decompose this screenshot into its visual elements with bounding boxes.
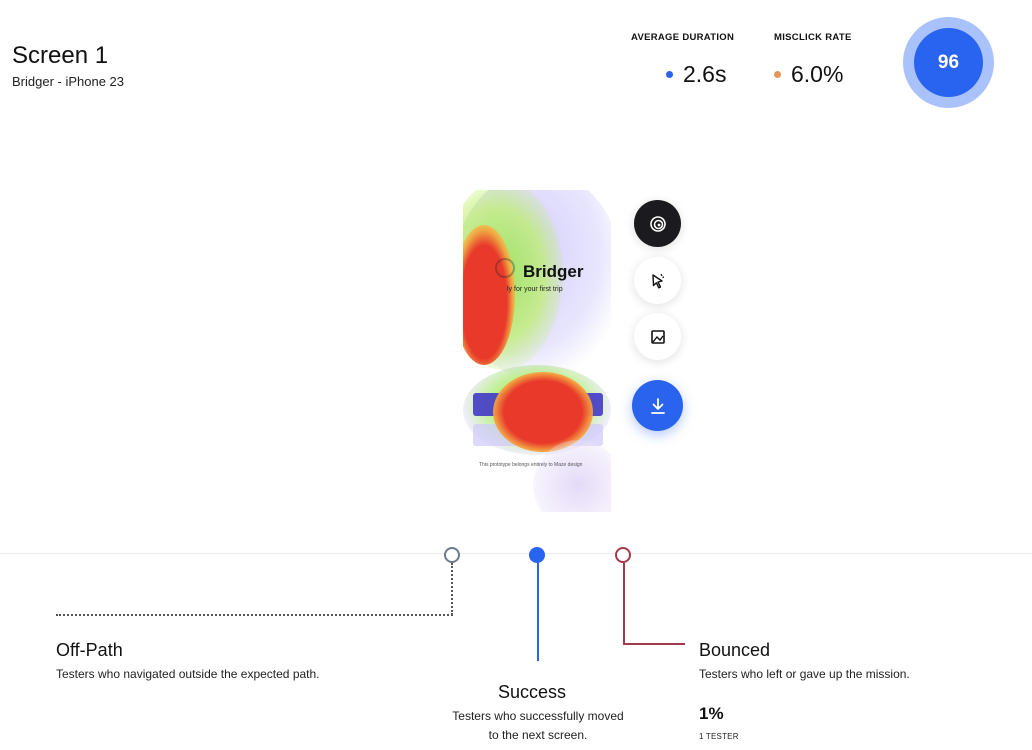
- bounced-percent: 1%: [699, 704, 724, 723]
- success-node[interactable]: [529, 547, 545, 563]
- cursor-click-icon: [651, 273, 664, 288]
- download-icon: [650, 397, 665, 414]
- screen-subtitle: Bridger - iPhone 23: [12, 74, 125, 89]
- screen-title: Screen 1: [12, 42, 109, 69]
- download-button[interactable]: [632, 380, 683, 431]
- bounced-description: Testers who left or gave up the mission.: [699, 667, 910, 681]
- usability-score: 96: [914, 28, 983, 97]
- duration-dot-icon: [666, 71, 673, 78]
- bounced-title: Bounced: [699, 640, 771, 660]
- brand-logo-icon: [495, 258, 515, 278]
- usability-score-ring: 96: [903, 17, 994, 108]
- average-duration-value: 2.6s: [683, 61, 727, 87]
- misclick-rate-value: 6.0%: [791, 61, 844, 87]
- image-toggle-button[interactable]: [634, 313, 681, 360]
- average-duration-label: AVERAGE DURATION: [631, 32, 735, 43]
- bounced-connector-horizontal: [623, 643, 685, 645]
- page: Screen 1 Bridger - iPhone 23 AVERAGE DUR…: [0, 0, 1032, 750]
- success-description-line-1: Testers who successfully moved: [452, 709, 624, 723]
- success-description: Testers who successfully moved to the ne…: [438, 707, 638, 745]
- misclick-rate-metric: MISCLICK RATE 6.0%: [774, 32, 852, 88]
- phone-footnote: This prototype belongs entirely to Maze …: [479, 462, 583, 468]
- success-connector: [537, 563, 539, 661]
- phone-tagline: ly for your first trip: [507, 286, 563, 293]
- off-path-connector: [451, 563, 453, 615]
- phone-brand-title: Bridger: [523, 262, 584, 281]
- heatmap-icon: [649, 215, 666, 232]
- misclick-dot-icon: [774, 71, 781, 78]
- bounced-connector: [623, 563, 625, 645]
- heatmap-toggle-button[interactable]: [634, 200, 681, 247]
- off-path-description: Testers who navigated outside the expect…: [56, 667, 320, 681]
- average-duration-metric: AVERAGE DURATION 2.6s: [631, 32, 734, 88]
- phone-screen-preview[interactable]: Bridger ly for your first trip This prot…: [463, 190, 611, 512]
- section-divider: [0, 553, 1032, 554]
- clicks-toggle-button[interactable]: [634, 257, 681, 304]
- image-icon: [650, 329, 665, 344]
- misclick-rate-label: MISCLICK RATE: [774, 32, 852, 43]
- bounced-tester-count: 1 TESTER: [699, 732, 739, 741]
- success-title: Success: [498, 682, 567, 702]
- off-path-connector-horizontal: [56, 614, 453, 616]
- off-path-title: Off-Path: [56, 640, 123, 660]
- success-description-line-2: to the next screen.: [488, 728, 588, 742]
- bounced-node[interactable]: [615, 547, 631, 563]
- off-path-node[interactable]: [444, 547, 460, 563]
